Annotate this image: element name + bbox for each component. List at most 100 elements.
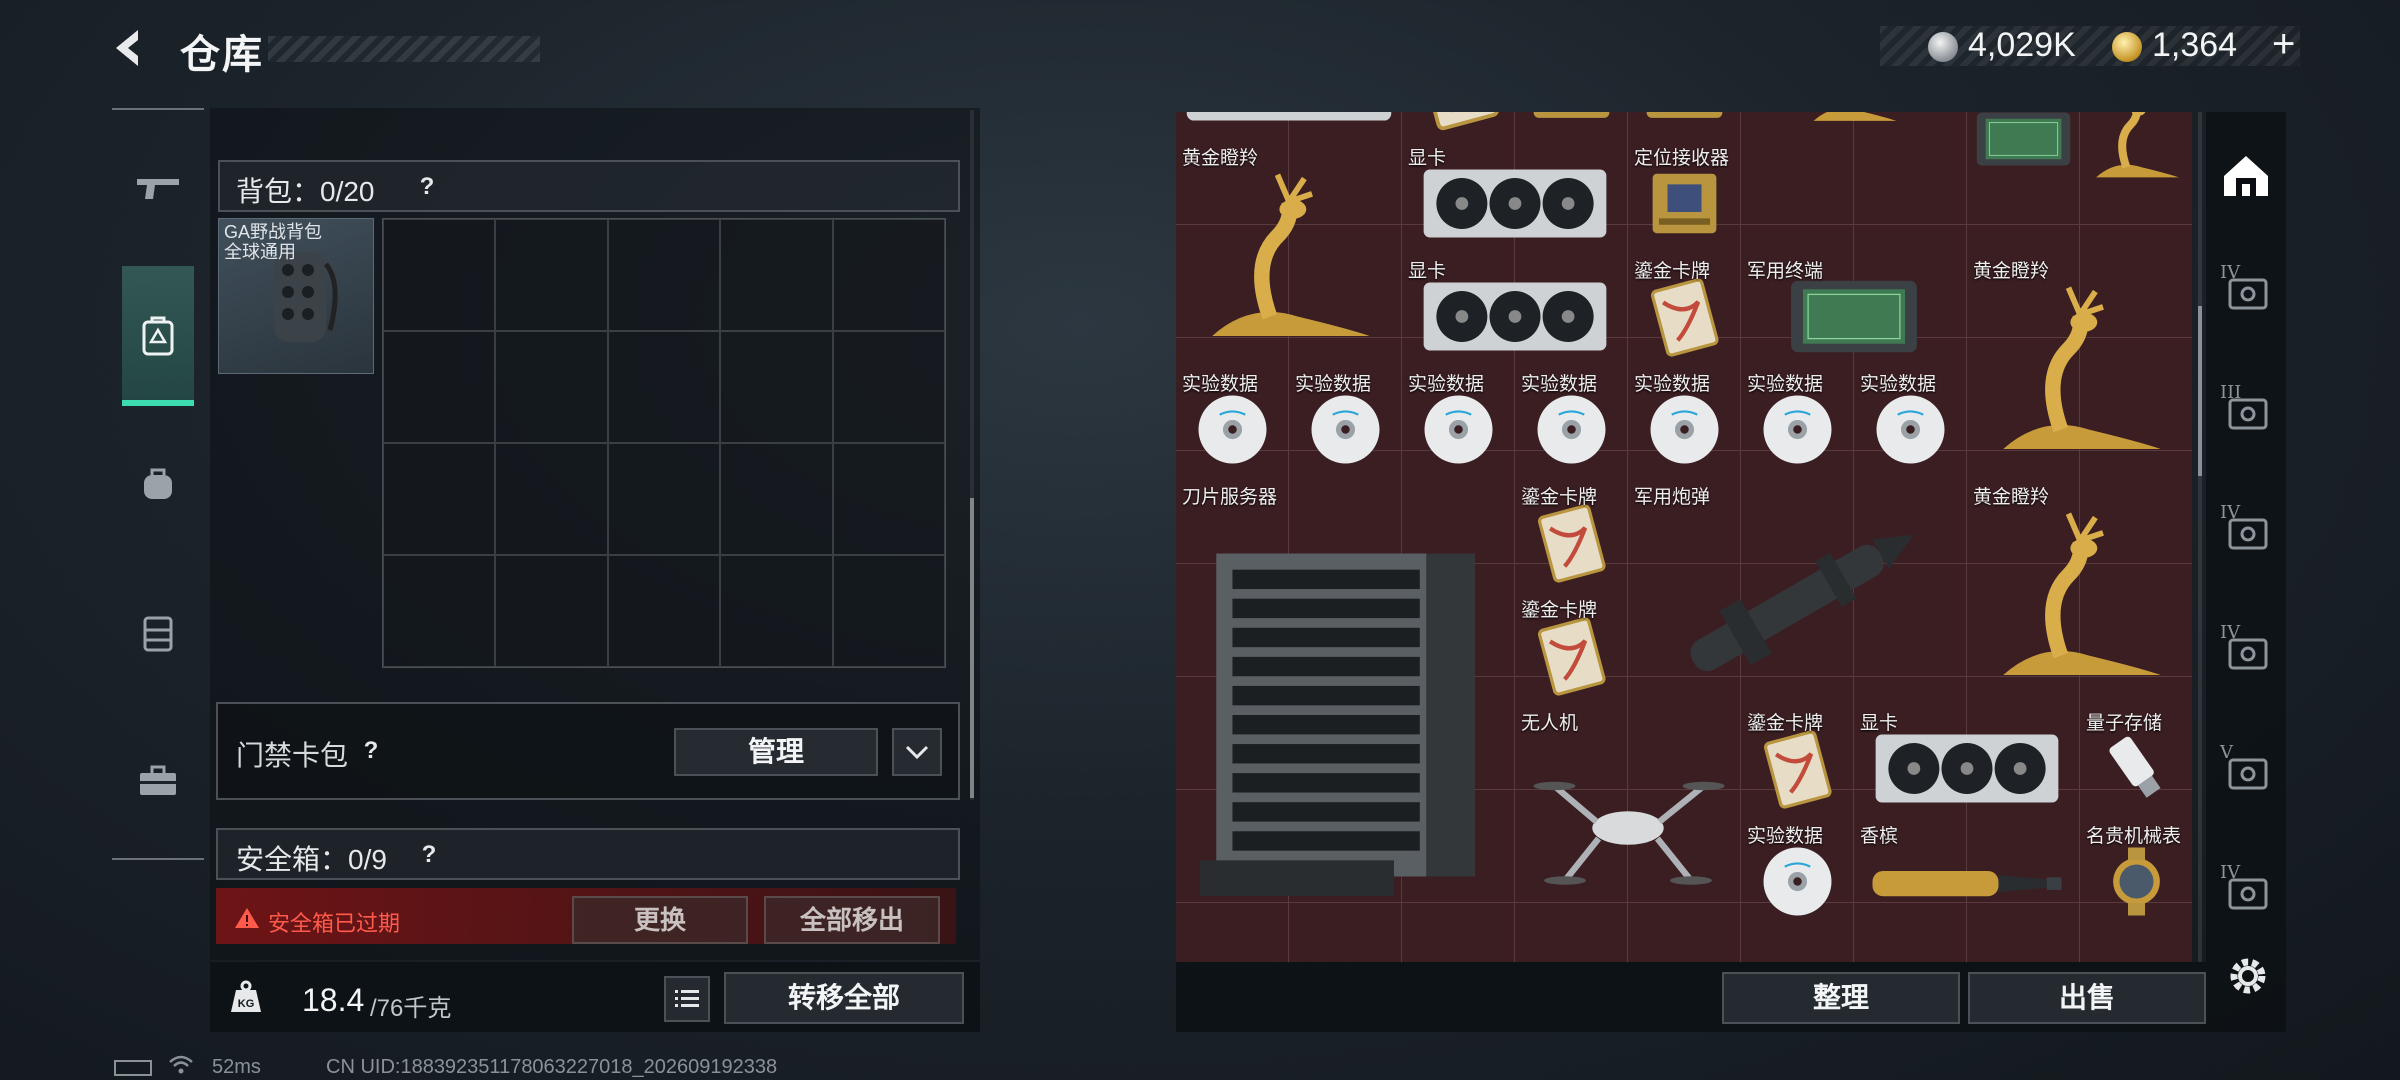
- storage-item-blade-server[interactable]: 刀片服务器: [1176, 478, 1515, 930]
- uid-text: CN UID:18839235117806322701​8_2026091923…: [326, 1056, 778, 1078]
- backpack-grid-cell[interactable]: [607, 219, 721, 331]
- keycard-label: 门禁卡包: [236, 740, 349, 771]
- storage-item-graphics-card[interactable]: 显卡: [1854, 704, 2080, 817]
- backpack-grid-cell[interactable]: [720, 219, 833, 331]
- backpack-grid-cell[interactable]: [832, 219, 945, 331]
- storage-item-label: 显卡: [1860, 713, 1899, 734]
- storage-item-label: 鎏金卡牌: [1521, 487, 1598, 508]
- golden-gazelle-icon[interactable]: [1741, 112, 1967, 139]
- storage-item-champagne[interactable]: 香槟: [1854, 817, 2080, 930]
- gilded-card-icon[interactable]: [1402, 112, 1515, 139]
- graphics-card-icon[interactable]: [1176, 112, 1402, 139]
- backpack-grid-cell[interactable]: [495, 331, 608, 443]
- backpack-grid-cell[interactable]: [495, 443, 608, 555]
- backpack-help-icon[interactable]: ?: [412, 172, 442, 202]
- keycard-expand-button[interactable]: [892, 728, 942, 776]
- storage-scrollbar-thumb[interactable]: [2198, 306, 2202, 476]
- storage-item-gilded-card[interactable]: 鎏金卡牌: [1628, 252, 1741, 365]
- military-terminal-icon[interactable]: [1967, 112, 2080, 252]
- luxury-watch-icon: [2088, 839, 2185, 929]
- backpack-name-line2: 全球通用: [224, 242, 296, 262]
- replace-safe-box-button[interactable]: 更换: [572, 896, 748, 944]
- storage-tier-tab[interactable]: IV: [2216, 622, 2276, 682]
- back-arrow-icon[interactable]: [108, 26, 152, 70]
- backpack-grid-cell[interactable]: [720, 443, 833, 555]
- backpack-grid-cell[interactable]: [832, 555, 945, 667]
- storage-item-graphics-card[interactable]: 显卡: [1402, 139, 1628, 252]
- backpack-grid-cell[interactable]: [607, 555, 721, 667]
- gilded-card-icon: [1749, 726, 1846, 816]
- storage-item-label: 无人机: [1521, 713, 1579, 734]
- storage-item-golden-gazelle[interactable]: 黄金瞪羚: [1967, 252, 2192, 478]
- backpack-grid-cell[interactable]: [383, 443, 496, 555]
- backpack-grid-cell[interactable]: [832, 331, 945, 443]
- keycard-help-icon[interactable]: ?: [356, 736, 386, 766]
- storage-tier-label: V: [2220, 742, 2233, 763]
- storage-item-data-disc[interactable]: 实验数据: [1741, 365, 1854, 478]
- backpack-grid-cell[interactable]: [383, 331, 496, 443]
- storage-tier-tab[interactable]: IV: [2216, 862, 2276, 922]
- storage-item-data-disc[interactable]: 实验数据: [1628, 365, 1741, 478]
- storage-item-label: 量子存储: [2086, 713, 2163, 734]
- move-all-out-button[interactable]: 全部移出: [764, 896, 940, 944]
- gps-receiver-icon[interactable]: [1628, 112, 1741, 139]
- backpack-grid-cell[interactable]: [720, 331, 833, 443]
- vest-icon[interactable]: [122, 596, 194, 668]
- storage-item-military-terminal[interactable]: 军用终端: [1741, 252, 1967, 365]
- storage-item-label: 鎏金卡牌: [1521, 600, 1598, 621]
- storage-item-gilded-card[interactable]: 鎏金卡牌: [1515, 591, 1628, 704]
- manage-keycard-button[interactable]: 管理: [674, 728, 878, 776]
- storage-item-quantum-storage[interactable]: 量子存储: [2080, 704, 2192, 817]
- storage-item-data-disc[interactable]: 实验数据: [1176, 365, 1289, 478]
- storage-item-gilded-card[interactable]: 鎏金卡牌: [1515, 478, 1628, 591]
- gps-receiver-icon: [1636, 161, 1733, 251]
- backpack-grid-cell[interactable]: [495, 219, 608, 331]
- sort-storage-button[interactable]: 整理: [1722, 972, 1960, 1024]
- backpack-grid-cell[interactable]: [720, 555, 833, 667]
- backpack-grid-cell[interactable]: [832, 443, 945, 555]
- graphics-card-icon: [1410, 161, 1620, 251]
- storage-item-graphics-card[interactable]: 显卡: [1402, 252, 1628, 365]
- bag-icon[interactable]: [122, 448, 194, 520]
- storage-item-military-shell[interactable]: 军用炮弹: [1628, 478, 1967, 704]
- backpack-grid-cell[interactable]: [495, 555, 608, 667]
- backpack-grid-cell[interactable]: [383, 219, 496, 331]
- gun-icon[interactable]: [122, 152, 194, 224]
- safe-box-help-icon[interactable]: ?: [414, 840, 444, 870]
- storage-item-data-disc[interactable]: 实验数据: [1515, 365, 1628, 478]
- storage-item-drone[interactable]: 无人机: [1515, 704, 1741, 930]
- backpack-equip-icon[interactable]: [122, 300, 194, 372]
- storage-item-data-disc[interactable]: 实验数据: [1289, 365, 1402, 478]
- storage-tier-tab[interactable]: IV: [2216, 262, 2276, 322]
- storage-tier-tab[interactable]: III: [2216, 382, 2276, 442]
- storage-home-icon[interactable]: [2216, 146, 2276, 206]
- storage-item-golden-gazelle[interactable]: 黄金瞪羚: [1967, 478, 2192, 704]
- list-view-button[interactable]: [664, 976, 710, 1022]
- storage-item-data-disc[interactable]: 实验数据: [1854, 365, 1967, 478]
- storage-scrollbar-track[interactable]: [2198, 112, 2202, 962]
- gear-icon[interactable]: [2224, 952, 2272, 1000]
- backpack-grid-cell[interactable]: [607, 331, 721, 443]
- storage-item-luxury-watch[interactable]: 名贵机械表: [2080, 817, 2192, 930]
- storage-item-data-disc[interactable]: 实验数据: [1741, 817, 1854, 930]
- storage-item-label: 实验数据: [1295, 374, 1372, 395]
- storage-item-label: 黄金瞪羚: [1973, 261, 2050, 282]
- left-scrollbar-thumb[interactable]: [970, 498, 974, 798]
- storage-tier-tab[interactable]: IV: [2216, 502, 2276, 562]
- add-currency-button[interactable]: +: [2272, 22, 2295, 67]
- storage-item-label: 实验数据: [1521, 374, 1598, 395]
- golden-gazelle-icon[interactable]: [2080, 112, 2192, 252]
- backpack-grid-cell[interactable]: [383, 555, 496, 667]
- storage-item-gilded-card[interactable]: 鎏金卡牌: [1741, 704, 1854, 817]
- storage-item-label: 军用终端: [1747, 261, 1824, 282]
- transfer-all-button[interactable]: 转移全部: [724, 972, 964, 1024]
- gps-receiver-icon[interactable]: [1515, 112, 1628, 139]
- backpack-grid[interactable]: [382, 218, 946, 668]
- storage-tier-tab[interactable]: V: [2216, 742, 2276, 802]
- storage-item-gps-receiver[interactable]: 定位接收器: [1628, 139, 1741, 252]
- toolbox-icon[interactable]: [122, 744, 194, 816]
- storage-item-golden-gazelle[interactable]: 黄金瞪羚: [1176, 139, 1402, 365]
- backpack-grid-cell[interactable]: [607, 443, 721, 555]
- sell-button[interactable]: 出售: [1968, 972, 2206, 1024]
- storage-item-data-disc[interactable]: 实验数据: [1402, 365, 1515, 478]
